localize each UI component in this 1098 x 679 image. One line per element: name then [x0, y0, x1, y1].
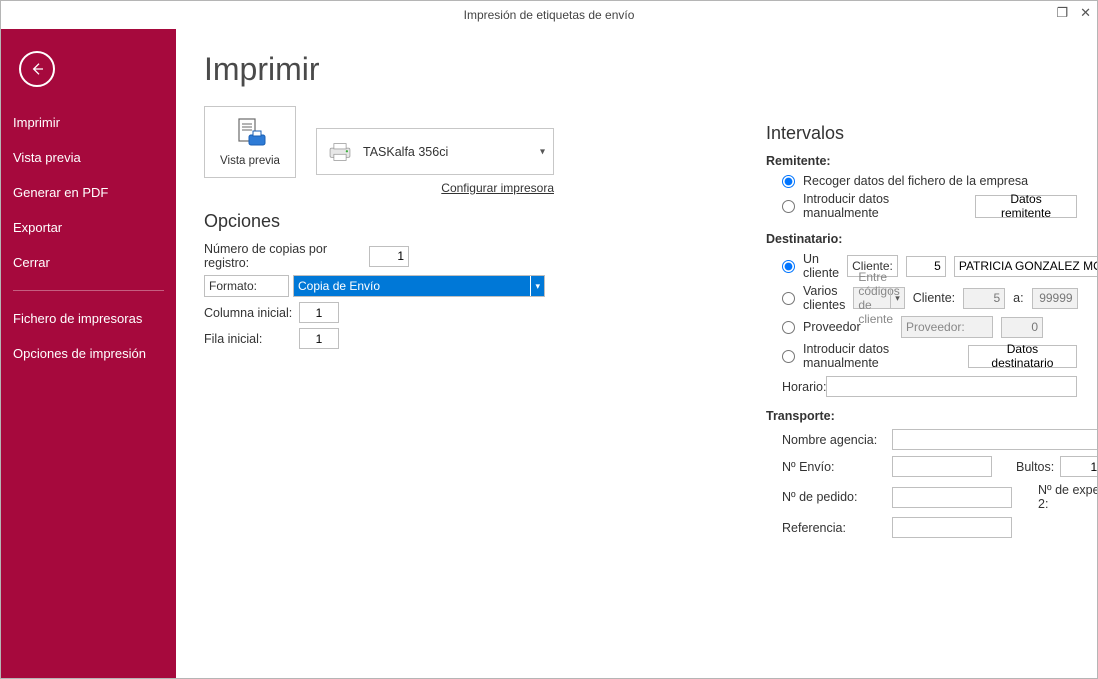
col-input[interactable]	[299, 302, 339, 323]
dest-opt2-label: Varios clientes	[803, 284, 845, 312]
vista-previa-label: Vista previa	[220, 155, 280, 167]
sender-radio-file[interactable]	[782, 175, 795, 188]
dest-radio-manual[interactable]	[782, 350, 795, 363]
dest-proveedor-num-input[interactable]	[1001, 317, 1043, 338]
dest-data-button[interactable]: Datos destinatario	[968, 345, 1077, 368]
agencia-label: Nombre agencia:	[782, 433, 892, 447]
format-combo[interactable]: Copia de Envío ▾	[293, 275, 545, 297]
window-title: Impresión de etiquetas de envío	[464, 8, 635, 22]
dest-range-combo[interactable]: Entre códigos de cliente▾	[853, 287, 904, 309]
sidebar-item-fichero-impresoras[interactable]: Fichero de impresoras	[1, 301, 176, 336]
horario-input[interactable]	[826, 376, 1077, 397]
sender-radio-manual[interactable]	[782, 200, 795, 213]
vista-previa-button[interactable]: Vista previa	[204, 106, 296, 178]
sidebar: Imprimir Vista previa Generar en PDF Exp…	[1, 29, 176, 678]
dest-radio-uncliente[interactable]	[782, 260, 795, 273]
restore-icon[interactable]: ❐	[1056, 5, 1068, 21]
format-value: Copia de Envío	[298, 279, 380, 293]
page-title: Imprimir	[204, 51, 1069, 88]
dest-range-to-input[interactable]	[1032, 288, 1078, 309]
row-input[interactable]	[299, 328, 339, 349]
printer-selector[interactable]: TASKalfa 356ci ▾	[316, 128, 554, 175]
format-label-combo[interactable]: Formato:	[204, 275, 289, 297]
chevron-down-icon: ▾	[540, 146, 545, 157]
printer-name: TASKalfa 356ci	[363, 145, 448, 159]
envio-input[interactable]	[892, 456, 992, 477]
ref-input[interactable]	[892, 517, 1012, 538]
row-label: Fila inicial:	[204, 332, 299, 346]
pedido-input[interactable]	[892, 487, 1012, 508]
ref-label: Referencia:	[782, 521, 892, 535]
dest-opt2-a-label: a:	[1013, 291, 1023, 305]
sidebar-item-cerrar[interactable]: Cerrar	[1, 245, 176, 280]
sidebar-item-opciones-impresion[interactable]: Opciones de impresión	[1, 336, 176, 371]
close-icon[interactable]: ✕	[1080, 5, 1091, 21]
horario-label: Horario:	[782, 380, 826, 394]
dest-radio-proveedor[interactable]	[782, 321, 795, 334]
transport-label: Transporte:	[766, 409, 1077, 423]
back-button[interactable]	[19, 51, 55, 87]
pedido-label: Nº de pedido:	[782, 490, 892, 504]
sender-opt2-label: Introducir datos manualmente	[803, 192, 959, 220]
format-label-text: Formato:	[209, 279, 257, 293]
dest-opt1-label: Un cliente	[803, 252, 839, 280]
intervals-heading: Intervalos	[766, 123, 1077, 144]
sender-opt1-label: Recoger datos del fichero de la empresa	[803, 174, 1028, 188]
configure-printer-link[interactable]: Configurar impresora	[441, 181, 554, 195]
bultos-label: Bultos:	[1016, 460, 1054, 474]
sender-data-button[interactable]: Datos remitente	[975, 195, 1077, 218]
copies-label: Número de copias por registro:	[204, 242, 369, 270]
dest-proveedor-combo[interactable]: Proveedor:	[901, 316, 993, 338]
chevron-down-icon: ▾	[890, 288, 900, 308]
chevron-down-icon: ▾	[530, 276, 540, 296]
copies-input[interactable]	[369, 246, 409, 267]
document-printer-icon	[233, 117, 267, 151]
dest-cliente-num-input[interactable]	[906, 256, 946, 277]
bultos-input[interactable]	[1060, 456, 1097, 477]
sidebar-item-generar-pdf[interactable]: Generar en PDF	[1, 175, 176, 210]
envio-label: Nº Envío:	[782, 460, 892, 474]
sidebar-item-vista-previa[interactable]: Vista previa	[1, 140, 176, 175]
sidebar-item-exportar[interactable]: Exportar	[1, 210, 176, 245]
sidebar-item-imprimir[interactable]: Imprimir	[1, 105, 176, 140]
dest-proveedor-combo-text: Proveedor:	[906, 320, 965, 334]
dest-radio-varios[interactable]	[782, 292, 795, 305]
dest-cliente-name-input[interactable]	[954, 256, 1097, 277]
col-label: Columna inicial:	[204, 306, 299, 320]
dest-range-from-input[interactable]	[963, 288, 1005, 309]
agencia-input[interactable]	[892, 429, 1097, 450]
dest-label: Destinatario:	[766, 232, 1077, 246]
exped-label: Nº de expedición 2:	[1038, 483, 1097, 511]
sidebar-separator	[13, 290, 164, 291]
dest-opt4-label: Introducir datos manualmente	[803, 342, 952, 370]
title-bar: Impresión de etiquetas de envío ❐ ✕	[1, 1, 1097, 29]
sender-label: Remitente:	[766, 154, 1077, 168]
printer-icon	[327, 139, 353, 165]
arrow-left-icon	[29, 61, 45, 77]
dest-opt2-cliente-label: Cliente:	[913, 291, 955, 305]
